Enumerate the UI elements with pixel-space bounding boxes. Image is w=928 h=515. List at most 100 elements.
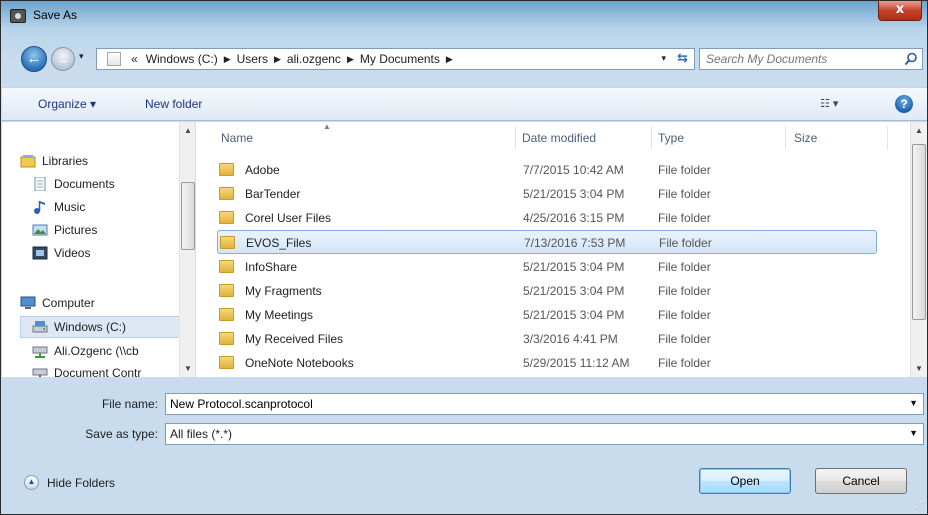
search-box[interactable] [699,48,923,70]
folder-icon [219,356,234,369]
chevron-right-icon[interactable]: ▶ [224,54,231,65]
file-name: EVOS_Files [246,236,312,250]
save-as-dialog: Save As x ← → ▾ « Windows (C:) ▶ Users ▶… [0,0,928,515]
app-icon [10,9,26,23]
scroll-up-icon[interactable]: ▲ [915,126,923,135]
nav-item-label: Libraries [42,154,89,168]
file-list-scrollbar[interactable]: ▲ ▼ [910,122,927,377]
chevron-right-icon[interactable]: ▶ [274,54,281,65]
column-header-type[interactable]: Type [658,131,684,145]
nav-item-documents[interactable]: Documents [32,173,115,195]
nav-item-libraries[interactable]: Libraries [20,150,88,172]
nav-item-windows-c[interactable]: Windows (C:) [20,316,180,338]
file-row[interactable]: BarTender 5/21/2015 3:04 PM File folder [217,182,877,206]
scroll-up-icon[interactable]: ▲ [184,126,192,135]
file-name-input[interactable] [170,396,890,412]
breadcrumb-item[interactable]: Users [237,52,268,66]
file-row[interactable]: Adobe 7/7/2015 10:42 AM File folder [217,158,877,182]
command-bar: Organize ▾ New folder ☷ ▾ ? [2,87,927,121]
sort-ascending-icon: ▲ [323,122,331,131]
file-date: 5/21/2015 3:04 PM [523,260,625,274]
file-row[interactable]: Corel User Files 4/25/2016 3:15 PM File … [217,206,877,230]
file-type: File folder [658,187,711,201]
nav-item-label: Document Contr [54,366,142,377]
chevron-down-icon[interactable]: ▼ [909,398,918,408]
column-header-date[interactable]: Date modified [522,131,596,145]
file-row[interactable]: My Fragments 5/21/2015 3:04 PM File fold… [217,279,877,303]
address-bar[interactable]: « Windows (C:) ▶ Users ▶ ali.ozgenc ▶ My… [96,48,695,70]
chevron-down-icon[interactable]: ▼ [909,428,918,438]
scroll-down-icon[interactable]: ▼ [184,364,192,373]
recent-locations-dropdown[interactable]: ▾ [79,51,84,62]
open-button[interactable]: Open [699,468,791,494]
nav-item-label: Ali.Ozgenc (\\cb [54,344,139,358]
file-row[interactable]: InfoShare 5/21/2015 3:04 PM File folder [217,255,877,279]
column-divider[interactable] [515,126,516,150]
nav-item-label: Windows (C:) [54,320,127,334]
address-dropdown-icon[interactable]: ▾ [661,53,666,64]
nav-item-label: Music [54,200,86,214]
file-type: File folder [658,163,711,177]
column-header-size[interactable]: Size [794,131,817,145]
column-divider[interactable] [651,126,652,150]
hide-folders-toggle[interactable]: ▲ Hide Folders [24,475,115,490]
folder-icon [219,260,234,273]
organize-button[interactable]: Organize ▾ [38,97,96,111]
file-date: 5/21/2015 3:04 PM [523,284,625,298]
folder-icon [219,163,234,176]
save-as-type-select[interactable]: All files (*.*) ▼ [165,423,924,445]
nav-item-music[interactable]: Music [32,196,85,218]
column-divider[interactable] [887,126,888,150]
breadcrumb-overflow[interactable]: « [131,52,138,66]
folder-icon [219,284,234,297]
help-icon[interactable]: ? [895,95,913,113]
nav-item-pictures[interactable]: Pictures [32,219,97,241]
nav-scrollbar[interactable]: ▲ ▼ [179,122,195,377]
breadcrumb-item[interactable]: Windows (C:) [146,52,218,66]
nav-item-computer[interactable]: Computer [20,292,95,314]
column-divider[interactable] [785,126,786,150]
scroll-thumb[interactable] [181,182,195,250]
scroll-down-icon[interactable]: ▼ [915,364,923,373]
file-date: 5/21/2015 3:04 PM [523,308,625,322]
back-button[interactable]: ← [21,46,47,72]
search-input[interactable] [706,51,886,67]
nav-item-videos[interactable]: Videos [32,242,90,264]
save-as-type-value: All files (*.*) [170,427,233,441]
forward-button[interactable]: → [51,47,75,71]
nav-item-network-drive[interactable]: Ali.Ozgenc (\\cb [32,340,139,362]
chevron-right-icon[interactable]: ▶ [347,54,354,65]
view-options-icon[interactable]: ☷ ▾ [820,97,838,110]
file-date: 5/21/2015 3:04 PM [523,187,625,201]
file-type: File folder [658,308,711,322]
search-icon[interactable] [904,52,918,66]
file-row[interactable]: My Meetings 5/21/2015 3:04 PM File folde… [217,303,877,327]
documents-icon [34,177,46,191]
close-button[interactable]: x [878,1,922,21]
file-row-selected[interactable]: EVOS_Files 7/13/2016 7:53 PM File folder [217,230,877,254]
file-type: File folder [658,260,711,274]
nav-item-label: Pictures [54,223,98,237]
chevron-right-icon[interactable]: ▶ [446,54,453,65]
libraries-icon [20,155,36,168]
column-header-name[interactable]: Name [221,131,253,145]
cancel-button[interactable]: Cancel [815,468,907,494]
new-folder-button[interactable]: New folder [145,97,202,111]
file-row[interactable]: OneNote Notebooks 5/29/2015 11:12 AM Fil… [217,351,877,375]
nav-item-document-control[interactable]: Document Contr [32,362,141,377]
videos-icon [32,246,48,260]
title-bar[interactable]: Save As x [1,1,927,31]
file-name-field[interactable]: ▼ [165,393,924,415]
file-date: 5/29/2015 11:12 AM [523,356,630,370]
scroll-thumb[interactable] [912,144,926,320]
breadcrumb-item[interactable]: My Documents [360,52,440,66]
pictures-icon [32,224,48,236]
refresh-icon[interactable]: ⇆ [677,50,688,66]
nav-item-label: Documents [54,177,115,191]
network-drive-icon [32,368,48,377]
file-row[interactable]: My Received Files 3/3/2016 4:41 PM File … [217,327,877,351]
breadcrumb-item[interactable]: ali.ozgenc [287,52,341,66]
resize-grip-icon[interactable]: ⋰ [916,502,924,511]
file-name: BarTender [245,187,301,201]
address-row: ← → ▾ « Windows (C:) ▶ Users ▶ ali.ozgen… [1,45,927,73]
